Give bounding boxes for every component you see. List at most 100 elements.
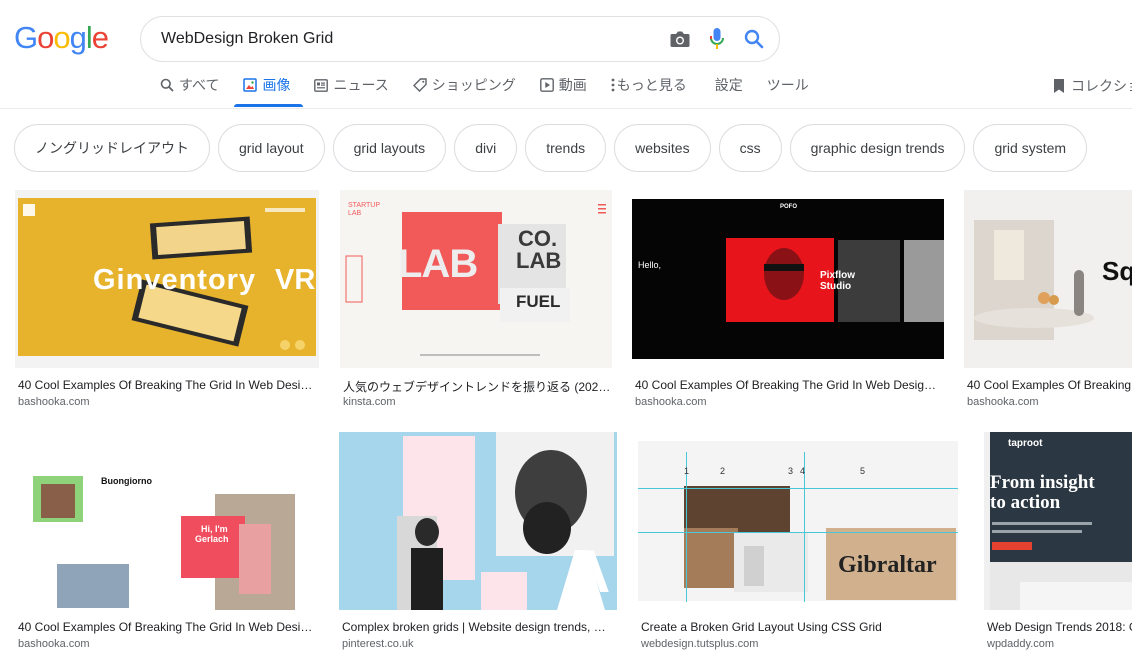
result-title[interactable]: 40 Cool Examples Of Breaking The Grid In… xyxy=(967,378,1132,392)
result-source[interactable]: kinsta.com xyxy=(343,396,396,408)
bookmark-icon xyxy=(1053,78,1065,94)
tab-videos[interactable]: 動画 xyxy=(539,72,587,98)
tab-label: ツール xyxy=(766,77,809,93)
thumbnail-text: 5 xyxy=(860,466,866,476)
chip[interactable]: trends xyxy=(525,124,607,172)
header-divider xyxy=(0,108,1132,109)
thumbnail-text: Gerlach xyxy=(195,534,229,544)
image-result[interactable]: taproot From insight to action Web Desig… xyxy=(984,432,1132,654)
result-thumbnail[interactable]: A xyxy=(339,432,617,610)
result-source[interactable]: wpdaddy.com xyxy=(987,638,1054,650)
thumbnail-text: LAB xyxy=(348,210,362,217)
chip[interactable]: websites xyxy=(614,124,711,172)
thumbnail-art xyxy=(632,199,944,359)
tab-label: ショッピング xyxy=(431,77,516,93)
active-tab-indicator xyxy=(234,104,303,107)
result-source[interactable]: bashooka.com xyxy=(18,396,90,408)
thumbnail-text: Sq xyxy=(1102,256,1132,286)
tab-label: 設定 xyxy=(714,77,743,93)
chip[interactable]: divi xyxy=(454,124,518,172)
logo-letter: o xyxy=(37,20,54,55)
image-icon xyxy=(243,78,258,92)
thumbnail-text: Hi, I'm xyxy=(201,524,228,534)
camera-icon[interactable] xyxy=(669,29,691,49)
thumbnail-text: LAB xyxy=(516,248,562,273)
thumbnail-text: LAB xyxy=(398,242,478,286)
collections-link[interactable]: コレクション xyxy=(1053,76,1132,96)
result-source[interactable]: bashooka.com xyxy=(18,638,90,650)
thumbnail-text: Ginventory xyxy=(93,264,257,296)
thumbnail-text: STARTUP xyxy=(348,202,381,209)
chip[interactable]: grid layouts xyxy=(332,124,447,172)
tab-settings[interactable]: 設定 xyxy=(715,72,743,98)
tab-label: もっと見る xyxy=(616,77,687,93)
logo-letter: e xyxy=(91,20,109,55)
result-title[interactable]: Complex broken grids | Website design tr… xyxy=(342,620,616,634)
result-title[interactable]: Create a Broken Grid Layout Using CSS Gr… xyxy=(641,620,961,634)
related-chips: ノングリッドレイアウト grid layout grid layouts div… xyxy=(14,124,1088,172)
thumbnail-text: 2 xyxy=(720,466,726,476)
chip[interactable]: css xyxy=(718,124,782,172)
search-box xyxy=(140,16,780,62)
search-input[interactable] xyxy=(161,30,659,48)
logo-letter: g xyxy=(69,20,87,55)
chip[interactable]: grid layout xyxy=(218,124,325,172)
image-result[interactable]: Ginventory VR 40 Cool Examples Of Breaki… xyxy=(15,190,319,412)
tab-tools[interactable]: ツール xyxy=(767,72,809,98)
google-logo[interactable]: Google xyxy=(14,20,109,56)
chip[interactable]: grid system xyxy=(973,124,1088,172)
thumbnail-text: Studio xyxy=(820,281,852,292)
thumbnail-text: to action xyxy=(990,492,1061,513)
tab-label: 画像 xyxy=(262,77,291,93)
thumbnail-art xyxy=(990,432,1132,610)
image-result[interactable]: STARTUP LAB LAB CO. LAB FUEL 人気のウェブデザイント… xyxy=(340,190,612,412)
collections-label: コレクション xyxy=(1071,78,1132,94)
tab-news[interactable]: ニュース xyxy=(314,72,389,98)
result-title[interactable]: 40 Cool Examples Of Breaking The Grid In… xyxy=(18,378,316,392)
result-title[interactable]: 40 Cool Examples Of Breaking The Grid In… xyxy=(18,620,316,634)
tag-icon xyxy=(412,78,427,92)
search-icon[interactable] xyxy=(743,28,765,50)
news-icon xyxy=(314,78,329,92)
search-tabs: すべて 画像 ニュース ショッピング 動画 もっと見る 設定 ツール xyxy=(160,72,833,108)
logo-letter: G xyxy=(14,20,38,55)
result-source[interactable]: webdesign.tutsplus.com xyxy=(641,638,758,650)
play-icon xyxy=(539,78,554,92)
result-source[interactable]: bashooka.com xyxy=(967,396,1039,408)
result-source[interactable]: bashooka.com xyxy=(635,396,707,408)
logo-letter: o xyxy=(53,20,70,55)
tab-label: すべて xyxy=(179,77,220,93)
thumbnail-art xyxy=(638,432,964,610)
result-thumbnail[interactable]: POFO Hello, Pixflow Studio xyxy=(632,190,944,368)
thumbnail-text: FUEL xyxy=(516,292,561,311)
result-thumbnail[interactable]: Buongiorno Hi, I'm Gerlach xyxy=(15,432,317,610)
result-thumbnail[interactable]: Sq xyxy=(964,190,1132,368)
chip[interactable]: ノングリッドレイアウト xyxy=(14,124,210,172)
mic-icon[interactable] xyxy=(709,27,725,51)
image-result[interactable]: A Complex broken grids | Website design … xyxy=(339,432,617,654)
image-result[interactable]: Buongiorno Hi, I'm Gerlach 40 Cool Examp… xyxy=(15,432,317,654)
thumbnail-text: From insight xyxy=(990,472,1095,493)
result-thumbnail[interactable]: taproot From insight to action xyxy=(984,432,1132,610)
image-result[interactable]: Sq 40 Cool Examples Of Breaking The Grid… xyxy=(964,190,1132,412)
result-title[interactable]: 人気のウェブデザイントレンドを振り返る (2020年版) xyxy=(343,378,611,395)
result-source[interactable]: pinterest.co.uk xyxy=(342,638,414,650)
thumbnail-text: A xyxy=(567,538,611,605)
thumbnail-text: Pixflow xyxy=(820,270,856,281)
result-title[interactable]: Web Design Trends 2018: Grid xyxy=(987,620,1132,634)
search-box-icons xyxy=(669,27,765,51)
tab-shopping[interactable]: ショッピング xyxy=(412,72,516,98)
result-thumbnail[interactable]: STARTUP LAB LAB CO. LAB FUEL xyxy=(340,190,612,368)
image-result[interactable]: 1 2 3 4 5 Gibraltar Create a Broken Grid… xyxy=(638,432,964,654)
result-thumbnail[interactable]: 1 2 3 4 5 Gibraltar xyxy=(638,432,964,610)
image-result[interactable]: POFO Hello, Pixflow Studio 40 Cool Examp… xyxy=(632,190,944,412)
tab-label: ニュース xyxy=(333,77,389,93)
tab-label: 動画 xyxy=(558,77,587,93)
result-thumbnail[interactable]: Ginventory VR xyxy=(15,190,319,368)
tab-more[interactable]: もっと見る xyxy=(611,72,687,98)
result-title[interactable]: 40 Cool Examples Of Breaking The Grid In… xyxy=(635,378,941,392)
tab-images[interactable]: 画像 xyxy=(243,72,290,98)
tab-all[interactable]: すべて xyxy=(160,72,219,98)
chip[interactable]: graphic design trends xyxy=(789,124,966,172)
thumbnail-text: 4 xyxy=(800,466,806,476)
